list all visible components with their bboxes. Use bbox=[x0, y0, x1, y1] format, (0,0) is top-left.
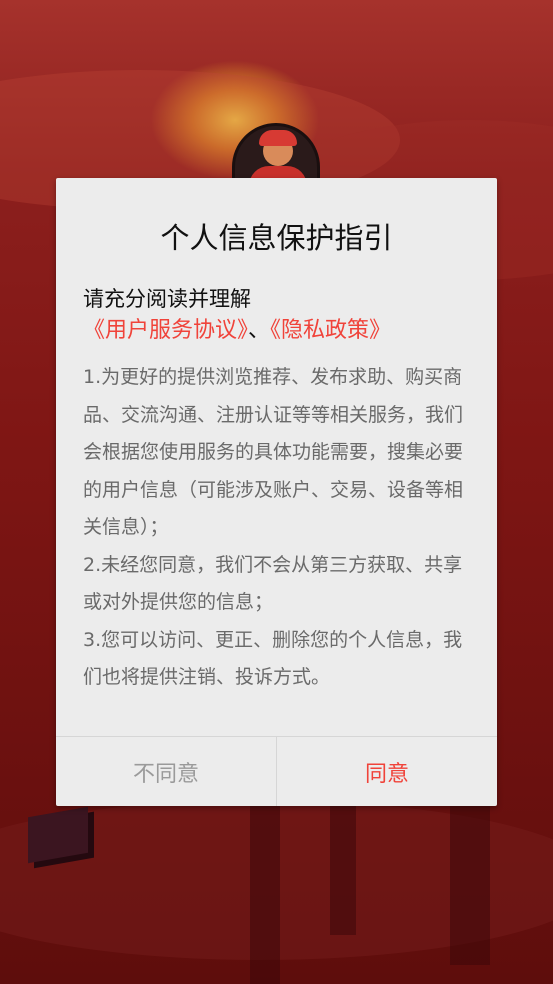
policy-paragraph: 2.未经您同意，我们不会从第三方获取、共享或对外提供您的信息； bbox=[83, 553, 463, 614]
agree-button[interactable]: 同意 bbox=[277, 737, 497, 806]
policy-body: 1.为更好的提供浏览推荐、发布求助、购买商品、交流沟通、注册认证等等相关服务，我… bbox=[83, 359, 479, 697]
link-separator: 、 bbox=[248, 318, 271, 343]
rock-pillar bbox=[330, 805, 356, 935]
mascot-cap bbox=[259, 130, 297, 146]
disagree-button[interactable]: 不同意 bbox=[56, 737, 277, 806]
policy-paragraph: 3.您可以访问、更正、删除您的个人信息，我们也将提供注销、投诉方式。 bbox=[83, 628, 463, 689]
policy-paragraph: 1.为更好的提供浏览推荐、发布求助、购买商品、交流沟通、注册认证等等相关服务，我… bbox=[83, 366, 464, 538]
privacy-policy-link[interactable]: 《隐私政策》 bbox=[270, 318, 391, 343]
intro-text: 请充分阅读并理解 bbox=[83, 287, 251, 311]
privacy-dialog: 个人信息保护指引 请充分阅读并理解 《用户服务协议》、《隐私政策》 1.为更好的… bbox=[56, 178, 497, 806]
dialog-footer: 不同意 同意 bbox=[56, 736, 497, 806]
rock-pillar bbox=[250, 805, 280, 984]
policy-links: 《用户服务协议》、《隐私政策》 bbox=[83, 315, 391, 347]
user-agreement-link[interactable]: 《用户服务协议》 bbox=[83, 318, 248, 343]
dialog-title: 个人信息保护指引 bbox=[160, 221, 393, 255]
rock-pillar bbox=[450, 805, 490, 965]
